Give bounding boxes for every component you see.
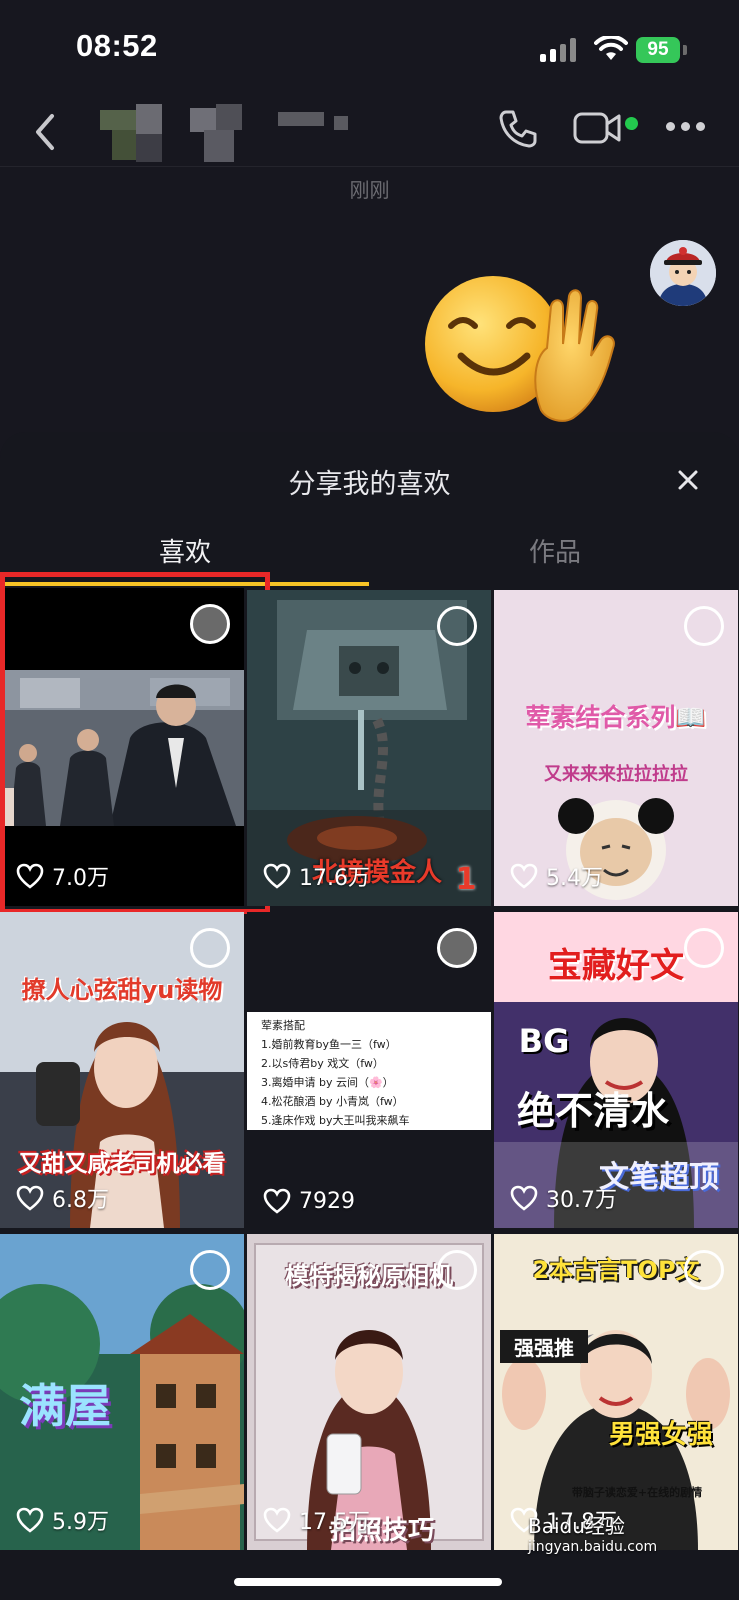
phone-call-icon[interactable] bbox=[497, 108, 539, 150]
status-time: 08:52 bbox=[76, 28, 158, 63]
book-list-item: 2.以s侍君by 戏文（fw） bbox=[261, 1057, 384, 1070]
like-count-value: 17.5万 bbox=[299, 1510, 370, 1535]
contact-avatar-blurred[interactable] bbox=[100, 104, 250, 162]
watermark-brand: Baidu经验 bbox=[528, 1514, 625, 1538]
tab-works[interactable]: 作品 bbox=[370, 532, 739, 569]
book-list-item: 1.婚前教育by鱼一三（fw） bbox=[261, 1038, 397, 1051]
video-tile[interactable]: 模特揭秘原相机 拍照技巧 17.5万 bbox=[247, 1234, 491, 1550]
video-tile[interactable]: 撩人心弦甜yu读物 又甜又咸老司机必看 6.8万 bbox=[0, 912, 244, 1228]
cellular-signal-icon bbox=[540, 38, 578, 62]
like-count: 17.6万 bbox=[263, 860, 370, 892]
video-tile[interactable]: 满屋 5.9万 bbox=[0, 1234, 244, 1550]
like-count-value: 5.9万 bbox=[52, 1510, 109, 1535]
video-tile[interactable]: 2本古言TOP文 强强推 男强女强 带脑子读恋爱+在线的剧情 17.8万 bbox=[494, 1234, 738, 1550]
select-circle-checkbox[interactable] bbox=[684, 928, 724, 968]
video-caption-2: 绝不清水 bbox=[516, 1089, 669, 1133]
tab-likes[interactable]: 喜欢 bbox=[0, 532, 370, 569]
select-circle-checkbox[interactable] bbox=[190, 1250, 230, 1290]
like-count: 17.5万 bbox=[263, 1504, 370, 1536]
like-count-value: 6.8万 bbox=[52, 1188, 109, 1213]
close-icon[interactable] bbox=[672, 464, 704, 496]
my-avatar[interactable] bbox=[650, 240, 716, 306]
video-tile[interactable]: 宝藏好文 BG 绝不清水 文笔超顶 30.7万 bbox=[494, 912, 738, 1228]
select-circle-checkbox[interactable] bbox=[437, 928, 477, 968]
contact-name-blurred bbox=[278, 112, 358, 132]
battery-indicator: 95 bbox=[636, 37, 680, 63]
like-count: 30.7万 bbox=[510, 1182, 617, 1214]
video-tile[interactable]: 荤素搭配 1.婚前教育by鱼一三（fw） 2.以s侍君by 戏文（fw） 3.离… bbox=[247, 912, 491, 1228]
video-caption: 撩人心弦甜yu读物 bbox=[21, 976, 223, 1004]
like-count-value: 30.7万 bbox=[546, 1188, 617, 1213]
like-count: 6.8万 bbox=[16, 1182, 109, 1214]
like-count: 5.9万 bbox=[16, 1504, 109, 1536]
select-circle-checkbox[interactable] bbox=[684, 1250, 724, 1290]
heart-icon bbox=[263, 1188, 291, 1214]
like-count-value: 17.6万 bbox=[299, 866, 370, 891]
battery-tip bbox=[683, 45, 687, 55]
selected-highlight-frame bbox=[0, 572, 270, 914]
book-list-card: 荤素搭配 1.婚前教育by鱼一三（fw） 2.以s侍君by 戏文（fw） 3.离… bbox=[247, 1012, 491, 1130]
video-subcaption: 又甜又咸老司机必看 bbox=[18, 1151, 226, 1177]
video-caption: 满屋 bbox=[19, 1379, 111, 1433]
online-status-dot bbox=[625, 117, 638, 130]
like-count: 5.4万 bbox=[510, 860, 603, 892]
chat-header bbox=[0, 96, 739, 167]
select-circle-checkbox[interactable] bbox=[684, 606, 724, 646]
video-caption-2: 男强女强 bbox=[608, 1420, 713, 1450]
heart-icon bbox=[16, 1185, 44, 1211]
sheet-title: 分享我的喜欢 bbox=[288, 469, 451, 500]
select-circle-checkbox[interactable] bbox=[437, 1250, 477, 1290]
status-bar: 08:52 95 bbox=[0, 0, 739, 96]
book-list-item: 3.离婚申请 by 云间（🌸） bbox=[261, 1076, 394, 1089]
book-list-item: 4.松花酿酒 by 小青岚（fw） bbox=[261, 1095, 404, 1108]
heart-icon bbox=[263, 1507, 291, 1533]
heart-icon bbox=[510, 1185, 538, 1211]
episode-badge: 1 bbox=[455, 862, 477, 897]
heart-icon bbox=[263, 863, 291, 889]
video-call-icon[interactable] bbox=[573, 108, 623, 148]
cartoon-avatar-icon bbox=[650, 240, 716, 306]
like-count: 7929 bbox=[263, 1188, 355, 1214]
video-tile[interactable]: 北境摸金人 1 17.6万 bbox=[247, 590, 491, 906]
watermark-url: jingyan.baidu.com bbox=[528, 1539, 658, 1555]
select-circle-checkbox[interactable] bbox=[437, 606, 477, 646]
baidu-watermark: Baidu经验 jingyan.baidu.com bbox=[528, 1510, 657, 1555]
back-chevron-icon[interactable] bbox=[28, 110, 64, 154]
video-subcaption: BG bbox=[518, 1022, 570, 1060]
video-subcaption: 又来来来拉拉拉拉 bbox=[544, 764, 688, 785]
select-circle-checkbox[interactable] bbox=[190, 928, 230, 968]
video-subcaption: 强强推 bbox=[500, 1330, 588, 1363]
home-indicator[interactable] bbox=[234, 1578, 502, 1586]
video-caption: 荤素结合系列📖 bbox=[525, 703, 707, 732]
like-count-value: 7929 bbox=[299, 1188, 355, 1214]
video-tile[interactable]: 荤素结合系列📖 又来来来拉拉拉拉 5.4万 bbox=[494, 590, 738, 906]
like-count-value: 5.4万 bbox=[546, 866, 603, 891]
message-timestamp: 刚刚 bbox=[349, 178, 390, 202]
waving-smile-emoji-sticker[interactable] bbox=[423, 260, 619, 428]
book-list-title: 荤素搭配 bbox=[261, 1019, 305, 1032]
more-options-icon[interactable] bbox=[666, 122, 706, 134]
wifi-icon bbox=[594, 36, 628, 60]
heart-icon bbox=[510, 863, 538, 889]
heart-icon bbox=[16, 1507, 44, 1533]
book-list-item: 5.逢床作戏 by大王叫我来飙车 bbox=[261, 1114, 410, 1127]
video-caption-3: 带脑子读恋爱+在线的剧情 bbox=[571, 1486, 703, 1499]
